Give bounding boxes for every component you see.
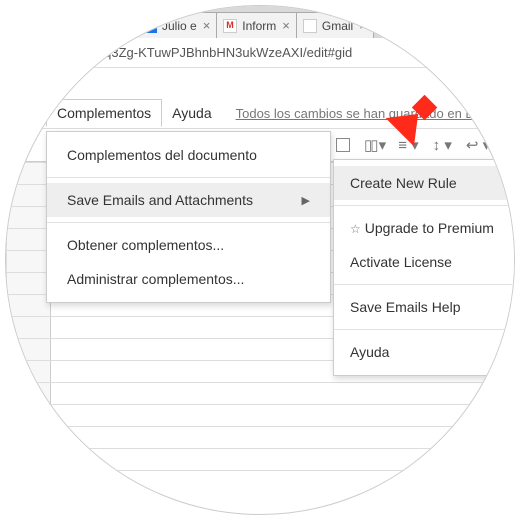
addons-dropdown: Complementos del documento Save Emails a…: [46, 131, 331, 303]
favicon-icon: [223, 19, 237, 33]
menu-item-save-emails[interactable]: Save Emails and Attachments ▶: [47, 183, 330, 217]
favicon-icon: [303, 19, 317, 33]
menu-item-get-addons[interactable]: Obtener complementos...: [47, 228, 330, 262]
favicon-icon: [143, 19, 157, 33]
save-emails-submenu: Create New Rule ☆Upgrade to Premium Acti…: [333, 159, 515, 376]
tab-label: Gmail: [322, 19, 353, 33]
separator: [334, 284, 515, 285]
submenu-activate[interactable]: Activate License: [334, 245, 515, 279]
menu-ayuda[interactable]: Ayuda: [162, 100, 221, 126]
menu-item-manage-addons[interactable]: Administrar complementos...: [47, 262, 330, 296]
browser-tab[interactable]: Julio e ×: [136, 12, 217, 38]
close-icon[interactable]: ×: [359, 18, 367, 33]
separator: [47, 177, 330, 178]
url-bar[interactable]: sVVDRyDD7jOq3Zg-KTuwPJBhnbHN3ukWzeAXI/ed…: [6, 38, 515, 68]
submenu-help[interactable]: Save Emails Help: [334, 290, 515, 324]
separator: [334, 205, 515, 206]
url-text: sVVDRyDD7jOq3Zg-KTuwPJBhnbHN3ukWzeAXI/ed…: [16, 45, 352, 60]
tab-label: Inform: [242, 19, 276, 33]
valign-icon[interactable]: ↕ ▾: [433, 136, 452, 154]
menu-complementos[interactable]: Complementos: [46, 99, 162, 127]
tab-label: Julio e: [162, 19, 197, 33]
submenu-create-rule[interactable]: Create New Rule: [334, 166, 515, 200]
browser-tab[interactable]: Gmail ×: [296, 12, 374, 38]
menu-bar: Complementos Ayuda Todos los cambios se …: [6, 98, 515, 128]
wrap-icon[interactable]: ↩ ▾: [466, 136, 490, 154]
menu-item-document-addons[interactable]: Complementos del documento: [47, 138, 330, 172]
close-icon[interactable]: ×: [282, 18, 290, 33]
browser-tab[interactable]: Inform ×: [216, 12, 297, 38]
submenu-ayuda[interactable]: Ayuda: [334, 335, 515, 369]
close-icon[interactable]: ×: [203, 18, 211, 33]
borders-icon[interactable]: [336, 138, 350, 152]
star-icon: ☆: [350, 222, 361, 236]
chevron-right-icon: ▶: [302, 194, 310, 207]
save-status[interactable]: Todos los cambios se han guardado en Dri…: [236, 106, 496, 121]
separator: [47, 222, 330, 223]
submenu-upgrade[interactable]: ☆Upgrade to Premium: [334, 211, 515, 245]
separator: [334, 329, 515, 330]
browser-tabstrip: Julio e × Inform × Gmail ×: [6, 6, 515, 38]
merge-cells-icon[interactable]: ▯▯ ▾: [364, 136, 384, 154]
